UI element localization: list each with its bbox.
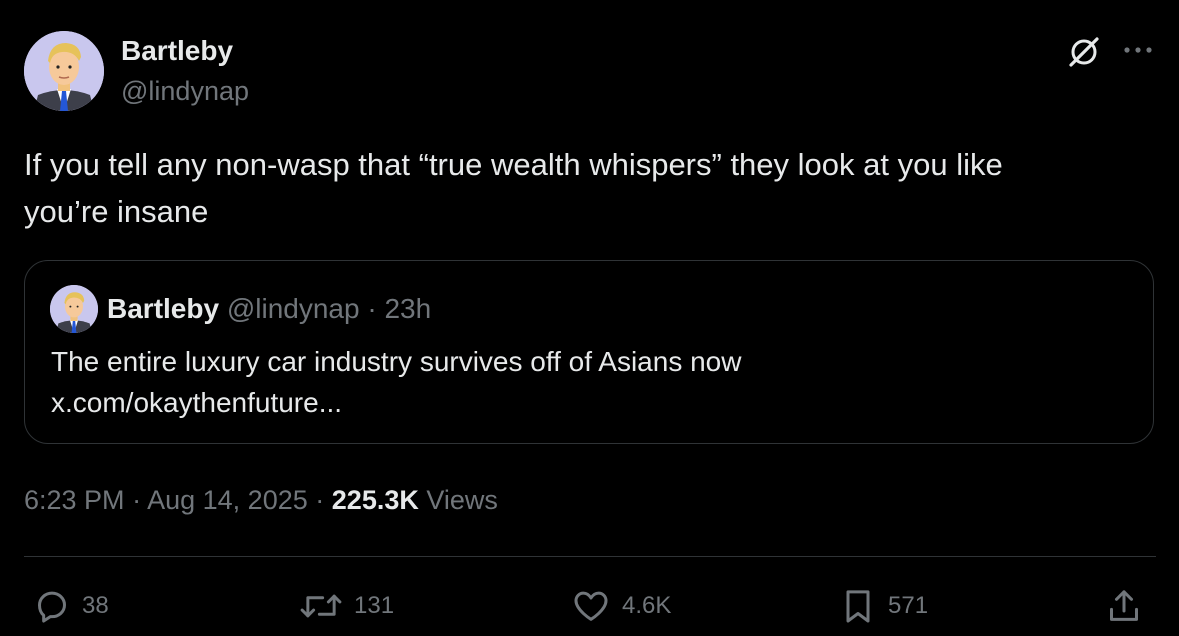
meta-separator-2: ·	[315, 485, 325, 515]
quoted-age[interactable]: 23h	[384, 293, 431, 324]
bookmark-count: 571	[888, 592, 929, 619]
quoted-body: The entire luxury car industry survives …	[51, 346, 742, 377]
like-icon	[574, 591, 608, 621]
quoted-author-name[interactable]: Bartleby	[107, 293, 219, 324]
quoted-tweet-card[interactable]: Bartleby @lindynap · 23h The entire luxu…	[24, 260, 1154, 444]
more-icon[interactable]	[1118, 36, 1158, 64]
tweet-date[interactable]: Aug 14, 2025	[147, 485, 308, 515]
quoted-text: The entire luxury car industry survives …	[51, 341, 1131, 423]
reply-count: 38	[82, 592, 109, 619]
quoted-author-handle[interactable]: @lindynap	[227, 293, 360, 324]
repost-count: 131	[354, 592, 395, 619]
tweet-meta: 6:23 PM · Aug 14, 2025 · 225.3K Views	[24, 482, 498, 518]
share-button[interactable]	[1104, 584, 1144, 628]
share-icon	[1110, 590, 1138, 621]
author-handle[interactable]: @lindynap	[121, 74, 249, 108]
like-count: 4.6K	[622, 592, 672, 619]
reply-icon	[38, 591, 66, 623]
tweet-text: If you tell any non-wasp that “true weal…	[24, 141, 1159, 235]
avatar-image	[24, 31, 104, 111]
grok-icon[interactable]	[1064, 32, 1104, 72]
action-divider	[24, 556, 1156, 557]
tweet-text-line-2: you’re insane	[24, 194, 209, 229]
tweet-time[interactable]: 6:23 PM	[24, 485, 125, 515]
bookmark-button[interactable]: 571	[838, 584, 928, 628]
reply-button[interactable]: 38	[32, 584, 109, 628]
views-count[interactable]: 225.3K	[332, 485, 419, 515]
author-name[interactable]: Bartleby	[121, 34, 233, 68]
quoted-author-avatar[interactable]	[50, 285, 98, 333]
like-button[interactable]: 4.6K	[570, 584, 671, 628]
quoted-avatar-image	[50, 285, 98, 333]
repost-icon	[300, 594, 342, 618]
meta-separator-1: ·	[132, 485, 142, 515]
author-avatar[interactable]	[24, 31, 104, 111]
quoted-link[interactable]: x.com/okaythenfuture...	[51, 382, 1131, 423]
quoted-header: Bartleby @lindynap · 23h	[107, 291, 431, 327]
views-label: Views	[426, 485, 498, 515]
bookmark-icon	[846, 590, 870, 623]
quoted-separator: ·	[367, 293, 377, 324]
repost-button[interactable]: 131	[298, 584, 394, 628]
tweet-text-line-1: If you tell any non-wasp that “true weal…	[24, 147, 1003, 182]
